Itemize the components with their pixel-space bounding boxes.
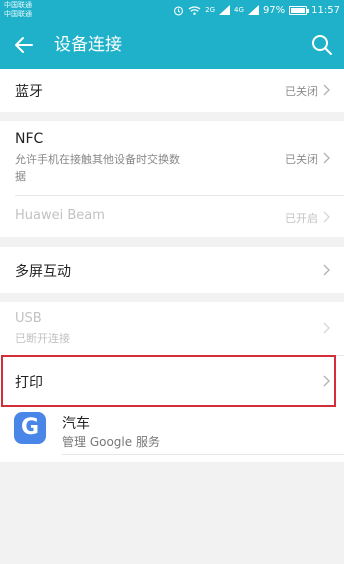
chevron-right-icon bbox=[323, 375, 330, 387]
bluetooth-row[interactable]: 蓝牙 已关闭 bbox=[0, 69, 344, 112]
nfc-row[interactable]: NFC 允许手机在接触其他设备时交换数 据 已关闭 bbox=[0, 121, 344, 195]
wifi-icon bbox=[188, 5, 201, 15]
usb-print-car-group: USB 已断开连接 打印 汽车 管理 Google 服务 bbox=[0, 302, 344, 462]
search-icon[interactable] bbox=[310, 33, 334, 57]
alarm-icon bbox=[174, 5, 184, 15]
status-bar: 中国联通 中国联通 2G 4G 97% 11:57 bbox=[0, 0, 344, 21]
print-row[interactable]: 打印 bbox=[0, 356, 344, 407]
chevron-right-icon bbox=[323, 84, 330, 96]
google-icon-letter: G bbox=[20, 415, 40, 440]
usb-row: USB 已断开连接 bbox=[0, 302, 344, 354]
nfc-description-line2: 据 bbox=[15, 170, 26, 183]
nfc-label: NFC bbox=[15, 131, 44, 147]
multi-screen-label: 多屏互动 bbox=[15, 264, 71, 280]
multi-screen-row[interactable]: 多屏互动 bbox=[0, 247, 344, 293]
carrier-1: 中国联通 bbox=[4, 1, 32, 9]
divider bbox=[62, 454, 344, 455]
carrier-2: 中国联通 bbox=[4, 10, 32, 18]
usb-status: 已断开连接 bbox=[15, 332, 70, 345]
bluetooth-label: 蓝牙 bbox=[15, 84, 43, 100]
chevron-right-icon bbox=[323, 211, 330, 223]
car-description: 管理 Google 服务 bbox=[62, 435, 160, 449]
nfc-group: NFC 允许手机在接触其他设备时交换数 据 已关闭 Huawei Beam 已开… bbox=[0, 121, 344, 237]
back-arrow-icon[interactable] bbox=[12, 33, 36, 57]
car-label: 汽车 bbox=[62, 416, 90, 432]
net-type-1: 2G bbox=[205, 6, 216, 14]
battery-icon bbox=[289, 5, 310, 15]
car-row[interactable]: 汽车 管理 Google 服务 bbox=[0, 407, 344, 462]
nfc-description-line1: 允许手机在接触其他设备时交换数 bbox=[15, 153, 180, 166]
nfc-status: 已关闭 bbox=[285, 153, 318, 166]
chevron-right-icon bbox=[323, 152, 330, 164]
clock: 11:57 bbox=[311, 4, 340, 16]
print-label: 打印 bbox=[15, 375, 43, 391]
chevron-right-icon bbox=[323, 264, 330, 276]
bluetooth-status: 已关闭 bbox=[285, 85, 318, 98]
usb-label: USB bbox=[15, 311, 42, 326]
huawei-beam-row: Huawei Beam 已开启 bbox=[0, 196, 344, 237]
net-type-2: 4G bbox=[234, 6, 244, 14]
carrier-info: 中国联通 中国联通 bbox=[4, 1, 32, 19]
page-title: 设备连接 bbox=[54, 35, 122, 55]
huawei-beam-status: 已开启 bbox=[285, 212, 318, 225]
signal-icon-1 bbox=[219, 5, 231, 15]
app-bar: 设备连接 bbox=[0, 21, 344, 69]
chevron-right-icon bbox=[323, 322, 330, 334]
status-icons: 2G 4G 97% 11:57 bbox=[173, 3, 340, 17]
huawei-beam-label: Huawei Beam bbox=[15, 208, 105, 223]
battery-percent: 97% bbox=[262, 4, 286, 16]
signal-icon-2 bbox=[247, 5, 259, 15]
google-icon: G bbox=[14, 412, 46, 444]
